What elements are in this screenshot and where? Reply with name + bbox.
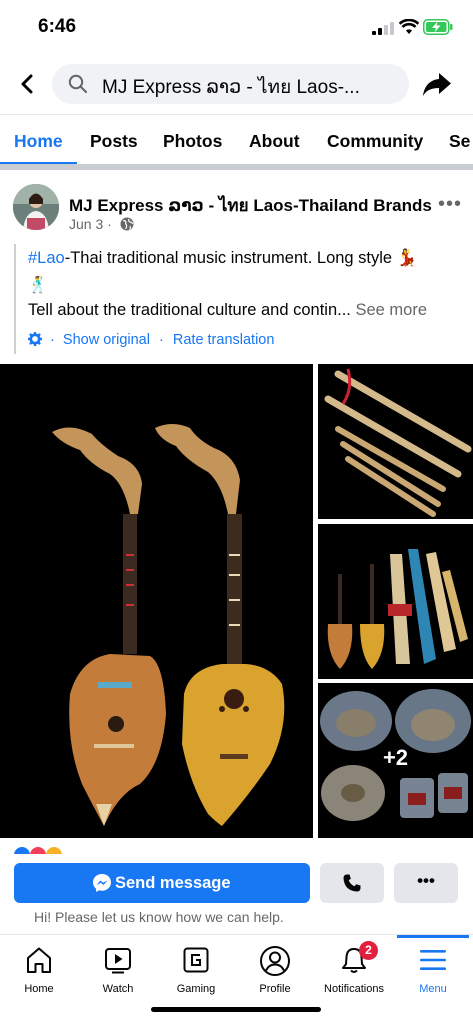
nav-profile-label: Profile: [259, 983, 291, 995]
search-query-text: MJ Express ລາວ - ไทย Laos-...: [102, 77, 360, 98]
notification-badge: 2: [359, 941, 378, 960]
nav-menu-label: Menu: [419, 983, 447, 995]
status-time: 6:46: [38, 16, 77, 37]
watch-video-icon: [105, 948, 131, 974]
gear-icon: [27, 331, 43, 347]
home-icon: [27, 947, 51, 973]
page-tabs: Home Posts Photos About Community Se: [0, 114, 473, 165]
post-options-button[interactable]: •••: [438, 193, 462, 216]
post-text-line-1-rest: -Thai traditional music instrument. Long…: [64, 249, 393, 267]
photo-instrument-set[interactable]: [318, 524, 473, 679]
more-actions-label: •••: [417, 871, 435, 890]
post-photos-grid: +2: [0, 364, 473, 838]
send-message-button[interactable]: Send message: [14, 863, 310, 903]
nav-home-label: Home: [24, 983, 54, 995]
see-more-link[interactable]: See more: [355, 301, 427, 319]
post-text-line-1: #Lao-Thai traditional music instrument. …: [28, 249, 417, 268]
tab-posts[interactable]: Posts: [90, 131, 138, 152]
nav-home[interactable]: Home: [0, 935, 78, 995]
tab-home[interactable]: Home: [14, 131, 63, 152]
phone-icon: [343, 874, 361, 892]
battery-charging-icon: [423, 19, 453, 35]
post-author-name[interactable]: MJ Express ລາວ - ไทย Laos-Thailand Brand…: [69, 192, 432, 219]
search-header: MJ Express ລາວ - ไทย Laos-...: [0, 56, 473, 112]
post-date: Jun 3 ·: [69, 216, 112, 232]
section-divider: [0, 164, 473, 170]
tab-photos[interactable]: Photos: [163, 131, 222, 152]
nav-watch[interactable]: Watch: [79, 935, 157, 995]
translation-quote-bar: [14, 244, 16, 354]
wifi-icon: [399, 19, 419, 34]
nav-notifications-label: Notifications: [324, 983, 384, 995]
help-prompt-text: Hi! Please let us know how we can help.: [34, 909, 284, 925]
dancer-emoji-2: 🕺: [28, 277, 48, 294]
hashtag-link[interactable]: #Lao: [28, 249, 65, 267]
share-arrow-icon[interactable]: [420, 68, 454, 102]
tab-services[interactable]: Se: [449, 131, 470, 152]
nav-menu[interactable]: Menu: [394, 935, 472, 995]
cellular-signal-icon: [372, 22, 394, 35]
translate-sep-1: ·: [50, 332, 55, 348]
show-original-link[interactable]: Show original: [63, 332, 150, 348]
globe-icon: [120, 217, 134, 231]
photo-instruments-main[interactable]: [0, 364, 313, 838]
photo-cymbals-more[interactable]: +2: [318, 683, 473, 838]
post-date-text: Jun 3: [69, 216, 104, 232]
search-input[interactable]: MJ Express ລາວ - ไทย Laos-...: [52, 64, 409, 104]
nav-profile[interactable]: Profile: [236, 935, 314, 995]
dancer-emoji: 💃: [396, 249, 418, 267]
messenger-icon: [93, 874, 111, 892]
post-text-line-2: Tell about the traditional culture and c…: [28, 301, 427, 320]
home-indicator: [151, 1007, 321, 1012]
translation-row: · Show original · Rate translation: [27, 331, 275, 348]
tab-about[interactable]: About: [249, 131, 300, 152]
call-button[interactable]: [320, 863, 384, 903]
photo-flutes[interactable]: [318, 364, 473, 519]
status-bar: 6:46: [0, 0, 473, 52]
hamburger-menu-icon: [420, 950, 446, 970]
tab-community[interactable]: Community: [327, 131, 423, 152]
profile-icon: [260, 946, 290, 976]
gaming-icon: [183, 947, 209, 973]
nav-gaming[interactable]: Gaming: [157, 935, 235, 995]
nav-notifications[interactable]: 2 Notifications: [315, 935, 393, 995]
back-arrow-icon[interactable]: [12, 68, 44, 100]
translate-sep-2: ·: [159, 332, 164, 348]
search-icon: [68, 74, 88, 94]
avatar[interactable]: [13, 184, 59, 230]
nav-watch-label: Watch: [102, 983, 134, 995]
nav-gaming-label: Gaming: [176, 983, 216, 995]
rate-translation-link[interactable]: Rate translation: [173, 332, 275, 348]
reaction-icons: [14, 847, 62, 854]
date-separator: ·: [107, 216, 112, 232]
post-text-line-2-text: Tell about the traditional culture and c…: [28, 301, 351, 319]
more-actions-button[interactable]: •••: [394, 863, 458, 903]
send-message-label: Send message: [115, 874, 231, 892]
more-photos-count: +2: [382, 745, 409, 770]
